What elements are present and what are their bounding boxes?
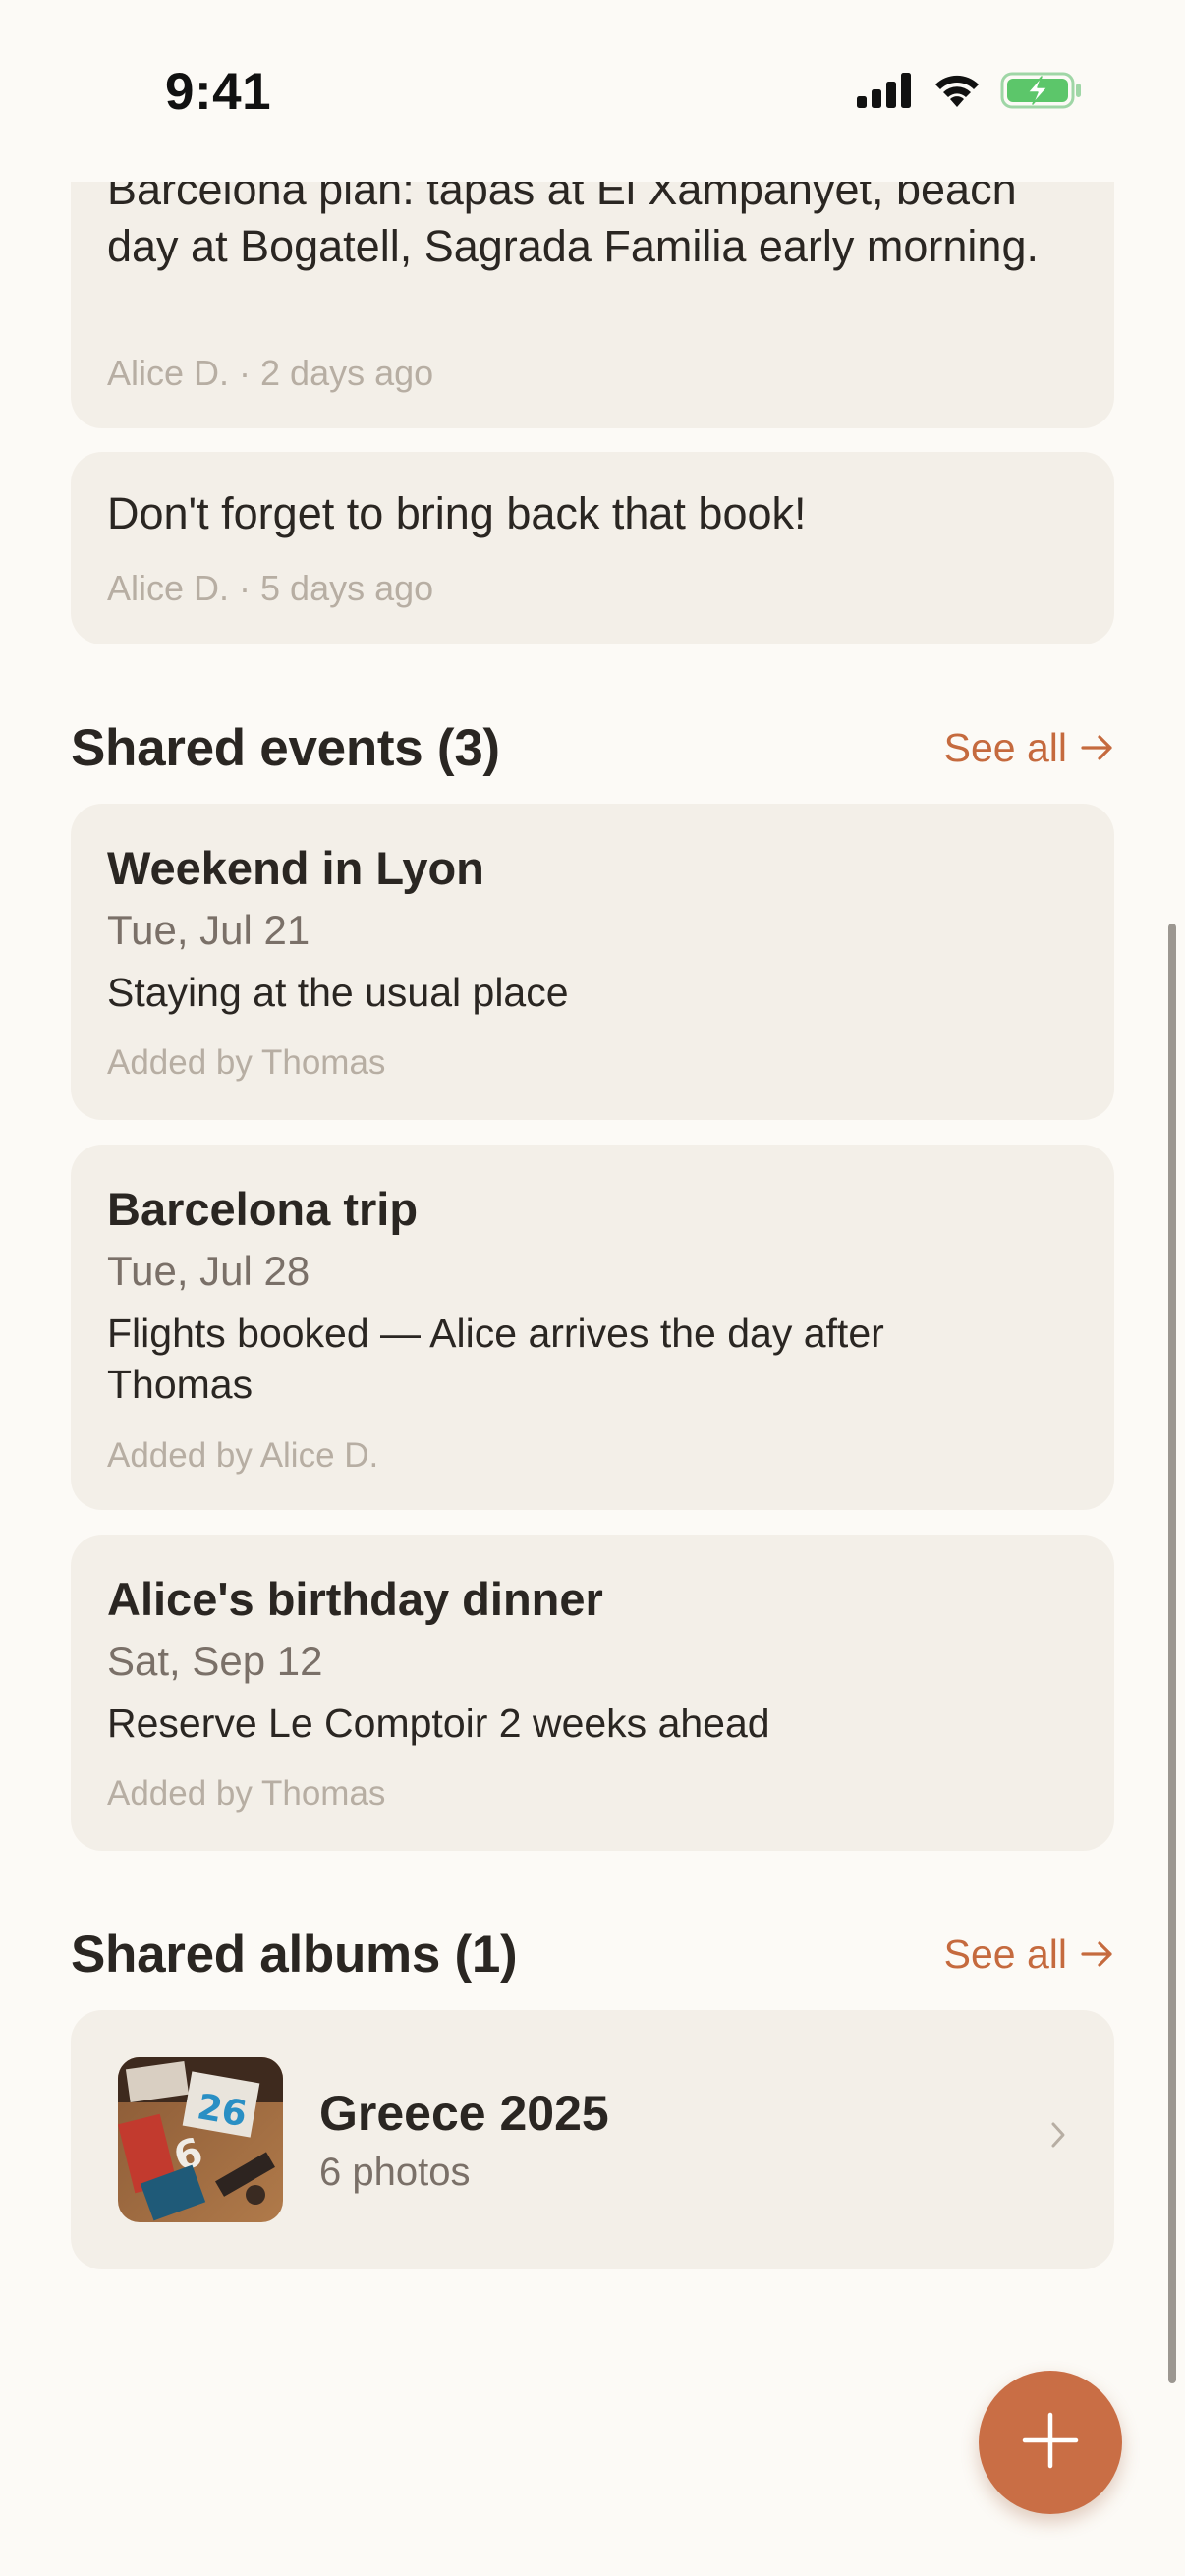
- event-date: Sat, Sep 12: [107, 1638, 323, 1684]
- event-added-by: Added by Thomas: [107, 1043, 386, 1082]
- arrow-right-icon: [1081, 733, 1114, 762]
- event-title: Weekend in Lyon: [107, 842, 484, 894]
- svg-text:26: 26: [195, 2087, 250, 2135]
- status-time: 9:41: [165, 63, 272, 121]
- note-card[interactable]: Don't forget to bring back that book! Al…: [71, 452, 1114, 644]
- note-meta: Alice D. · 2 days ago: [107, 353, 434, 393]
- wifi-icon: [931, 72, 983, 114]
- event-added-by: Added by Alice D.: [107, 1436, 379, 1475]
- shared-events-title: Shared events (3): [71, 719, 500, 777]
- event-description: Staying at the usual place: [107, 970, 569, 1015]
- battery-charging-icon: [1000, 71, 1083, 115]
- album-name: Greece 2025: [319, 2086, 609, 2141]
- arrow-right-icon: [1081, 1939, 1114, 1969]
- albums-see-all-link[interactable]: See all: [944, 1927, 1114, 1982]
- event-date: Tue, Jul 28: [107, 1248, 310, 1294]
- event-card[interactable]: Alice's birthday dinner Sat, Sep 12 Rese…: [71, 1535, 1114, 1851]
- see-all-label: See all: [943, 1932, 1067, 1977]
- scrollbar[interactable]: [1168, 924, 1176, 2383]
- event-description: Flights booked — Alice arrives the day a…: [107, 1311, 884, 1407]
- event-description: Reserve Le Comptoir 2 weeks ahead: [107, 1701, 770, 1746]
- event-title: Barcelona trip: [107, 1183, 419, 1235]
- event-title: Alice's birthday dinner: [107, 1573, 603, 1625]
- event-added-by: Added by Thomas: [107, 1774, 386, 1813]
- album-photo-count: 6 photos: [319, 2151, 471, 2194]
- event-card[interactable]: Weekend in Lyon Tue, Jul 21 Staying at t…: [71, 804, 1114, 1120]
- cellular-signal-icon: [857, 73, 914, 113]
- chevron-right-icon: [1049, 2120, 1067, 2155]
- event-date: Tue, Jul 21: [107, 907, 310, 953]
- status-bar: 9:41: [0, 0, 1185, 182]
- album-thumbnail: 26 6: [118, 2057, 283, 2222]
- note-text: Don't forget to bring back that book!: [107, 488, 807, 538]
- album-card[interactable]: 26 6 Greece 2025 6 photos: [71, 2010, 1114, 2269]
- add-fab-button[interactable]: [979, 2371, 1122, 2514]
- events-see-all-link[interactable]: See all: [944, 720, 1114, 775]
- plus-icon: [1019, 2409, 1082, 2477]
- see-all-label: See all: [943, 725, 1067, 770]
- note-meta: Alice D. · 5 days ago: [107, 568, 434, 608]
- shared-albums-title: Shared albums (1): [71, 1926, 518, 1984]
- status-icons: [857, 71, 1083, 115]
- content-scroll-area[interactable]: Barcelona plan: tapas at El Xampanyet, b…: [0, 0, 1185, 2576]
- event-card[interactable]: Barcelona trip Tue, Jul 28 Flights booke…: [71, 1145, 1114, 1510]
